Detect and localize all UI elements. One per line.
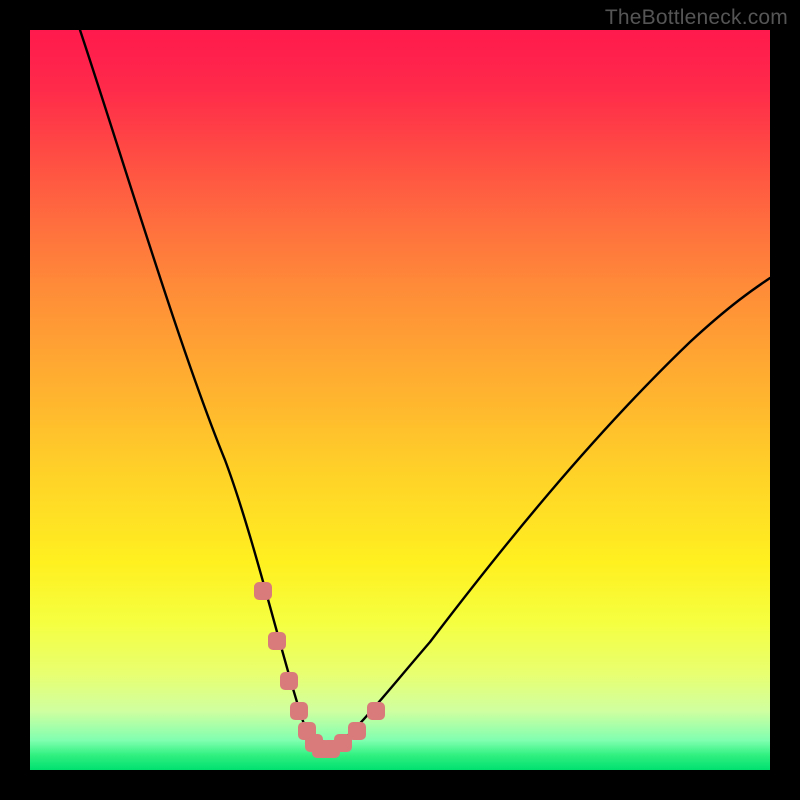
chart-frame: TheBottleneck.com	[0, 0, 800, 800]
curve-layer	[30, 30, 770, 770]
bottleneck-curve	[80, 30, 770, 749]
watermark-text: TheBottleneck.com	[605, 6, 788, 30]
hot-zone-markers	[254, 582, 385, 758]
